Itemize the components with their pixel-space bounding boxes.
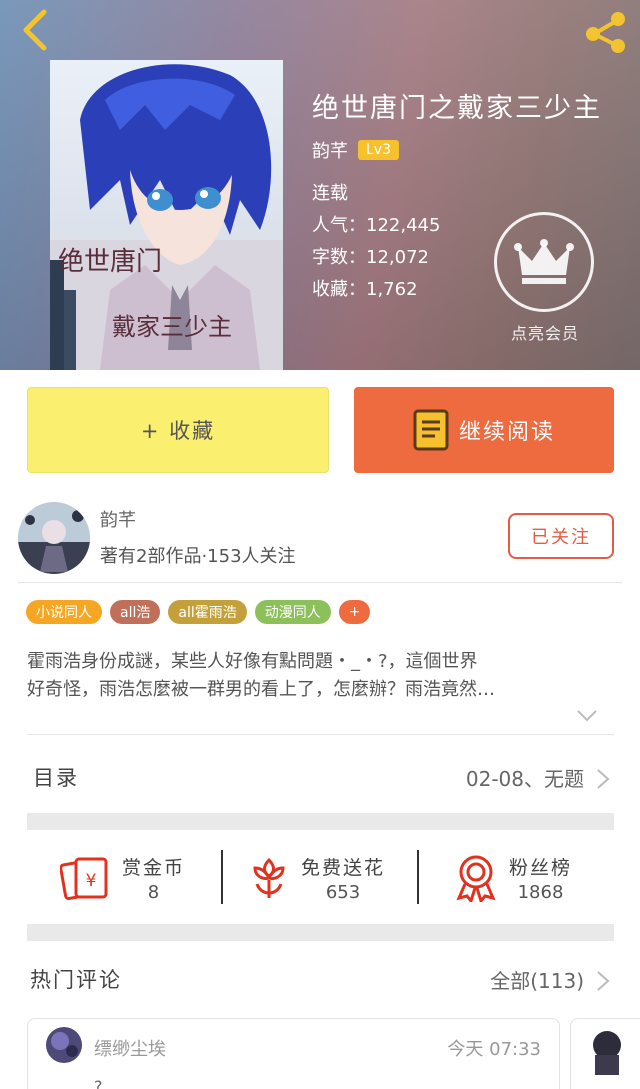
avatar[interactable] bbox=[18, 502, 90, 574]
cover-title-line1: 绝世唐门 bbox=[58, 247, 162, 277]
description-line1: 霍雨浩身份成謎，某些人好像有點問題・_・?，這個世界 bbox=[27, 651, 478, 672]
latest-chapter: 02-08、无题 bbox=[465, 767, 584, 791]
flower-label: 免费送花 bbox=[301, 857, 386, 879]
reward-count: 8 bbox=[147, 882, 160, 903]
ribbon-medal-icon bbox=[456, 855, 496, 902]
red-envelope-icon: ¥ bbox=[60, 857, 108, 901]
level-badge: Lv3 bbox=[358, 140, 399, 160]
vip-label: 点亮会员 bbox=[510, 324, 579, 343]
author-card: 韵芊 著有2部作品·153人关注 已关注 bbox=[18, 500, 622, 580]
book-title: 绝世唐门之戴家三少主 bbox=[312, 93, 602, 124]
author-card-name[interactable]: 韵芊 bbox=[100, 506, 136, 532]
tag-chip[interactable]: + bbox=[338, 600, 371, 624]
book-icon bbox=[413, 409, 449, 451]
share-button[interactable] bbox=[580, 8, 630, 56]
divider bbox=[27, 734, 614, 735]
flower-count: 653 bbox=[325, 882, 361, 903]
book-header: 绝世唐门 戴家三少主 绝世唐门之戴家三少主 韵芊 Lv3 连载 人气：122,4… bbox=[0, 0, 640, 370]
table-of-contents-row[interactable]: 目录 02-08、无题 bbox=[27, 746, 614, 806]
comment-card[interactable]: 缥缈尘埃 今天 07:33 ? bbox=[27, 1018, 560, 1089]
hot-comments-title: 热门评论 bbox=[30, 968, 122, 992]
tag-chip[interactable]: 动漫同人 bbox=[254, 600, 331, 624]
follow-button[interactable]: 已关注 bbox=[508, 513, 614, 559]
comment-text: ? bbox=[94, 1077, 103, 1089]
toc-title: 目录 bbox=[33, 766, 79, 790]
avatar-image bbox=[18, 502, 90, 574]
book-stats: 连载 人气：122,445 字数：12,072 收藏：1,762 bbox=[312, 178, 440, 306]
hot-comments-header[interactable]: 热门评论 全部(113) bbox=[27, 948, 614, 1008]
vip-circle bbox=[494, 212, 594, 312]
book-description[interactable]: 霍雨浩身份成謎，某些人好像有點問題・_・?，這個世界 好奇怪，雨浩怎麼被一群男的… bbox=[27, 648, 613, 704]
popularity-stat: 人气：122,445 bbox=[312, 215, 441, 236]
tag-list: 小说同人 all浩 all霍雨浩 动漫同人 + bbox=[26, 600, 371, 624]
send-flower-button[interactable]: 免费送花 653 bbox=[249, 846, 385, 910]
cover-title-line2: 戴家三少主 bbox=[112, 313, 232, 341]
fan-ranking-label: 粉丝榜 bbox=[509, 857, 573, 879]
reward-label: 赏金币 bbox=[122, 857, 186, 879]
chevron-left-icon bbox=[23, 9, 47, 51]
crown-icon bbox=[514, 239, 574, 284]
author-row: 韵芊 Lv3 bbox=[312, 138, 399, 162]
word-count-stat: 字数：12,072 bbox=[312, 247, 429, 268]
share-icon bbox=[586, 12, 625, 53]
section-separator bbox=[27, 813, 614, 830]
section-separator bbox=[27, 924, 614, 941]
serial-status: 连载 bbox=[312, 183, 348, 204]
collect-button[interactable]: + 收藏 bbox=[27, 387, 329, 473]
description-line2: 好奇怪，雨浩怎麼被一群男的看上了，怎麼辦？雨浩竟然… bbox=[27, 679, 495, 700]
continue-reading-label: 继续阅读 bbox=[458, 420, 555, 445]
comment-timestamp: 今天 07:33 bbox=[447, 1039, 541, 1060]
tag-chip[interactable]: all浩 bbox=[110, 600, 161, 624]
all-comments-link[interactable]: 全部(113) bbox=[490, 965, 584, 994]
comment-card[interactable] bbox=[570, 1018, 640, 1089]
divider bbox=[417, 850, 419, 904]
book-cover[interactable]: 绝世唐门 戴家三少主 bbox=[50, 60, 283, 370]
avatar[interactable] bbox=[46, 1027, 82, 1063]
author-name[interactable]: 韵芊 bbox=[312, 137, 348, 163]
svg-text:¥: ¥ bbox=[86, 871, 97, 891]
tag-chip[interactable]: 小说同人 bbox=[26, 600, 102, 624]
flower-icon bbox=[253, 857, 285, 898]
continue-reading-button[interactable]: 继续阅读 bbox=[354, 387, 614, 473]
favorites-stat: 收藏：1,762 bbox=[312, 279, 418, 300]
back-button[interactable] bbox=[14, 8, 58, 52]
cover-illustration: 绝世唐门 戴家三少主 bbox=[50, 64, 283, 370]
comment-username: 缥缈尘埃 bbox=[94, 1039, 166, 1060]
tag-chip[interactable]: all霍雨浩 bbox=[168, 600, 247, 624]
support-actions: ¥ 赏金币 8 免费送花 653 粉丝榜 1868 bbox=[27, 832, 614, 924]
chevron-right-icon bbox=[597, 769, 610, 789]
chevron-right-icon bbox=[597, 971, 610, 991]
fan-ranking-button[interactable]: 粉丝榜 1868 bbox=[455, 846, 572, 910]
chevron-down-icon[interactable] bbox=[576, 709, 598, 723]
divider bbox=[18, 582, 622, 583]
divider bbox=[221, 850, 223, 904]
book-detail-content: + 收藏 继续阅读 韵芊 著有2部作品·153人关注 已关注 小说同人 all浩 a… bbox=[0, 370, 640, 1089]
fan-ranking-count: 1868 bbox=[517, 882, 564, 903]
avatar bbox=[593, 1031, 621, 1075]
author-works-info: 著有2部作品·153人关注 bbox=[100, 546, 296, 567]
vip-member-button[interactable]: 点亮会员 bbox=[494, 212, 596, 344]
avatar-image bbox=[46, 1027, 82, 1063]
reward-coins-button[interactable]: ¥ 赏金币 8 bbox=[60, 846, 185, 910]
